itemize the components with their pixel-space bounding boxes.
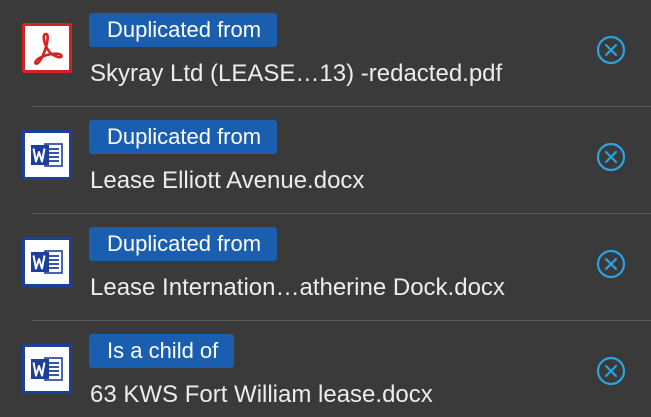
remove-circle-icon[interactable] — [595, 141, 627, 173]
relation-badge: Duplicated from — [89, 13, 278, 47]
file-name[interactable]: Skyray Ltd (LEASE…13) -redacted.pdf — [90, 60, 502, 88]
word-icon — [22, 344, 72, 394]
word-icon — [22, 237, 72, 287]
relation-badge: Duplicated from — [89, 120, 278, 154]
file-name[interactable]: 63 KWS Fort William lease.docx — [90, 381, 433, 409]
remove-circle-icon[interactable] — [595, 248, 627, 280]
list-item[interactable]: Duplicated from Lease Internation…atheri… — [0, 214, 651, 321]
remove-circle-icon[interactable] — [595, 355, 627, 387]
list-item[interactable]: Duplicated from Lease Elliott Avenue.doc… — [0, 107, 651, 214]
remove-circle-icon[interactable] — [595, 34, 627, 66]
file-name[interactable]: Lease Elliott Avenue.docx — [90, 167, 364, 195]
list-item[interactable]: Duplicated from Skyray Ltd (LEASE…13) -r… — [0, 0, 651, 107]
related-documents-list: Duplicated from Skyray Ltd (LEASE…13) -r… — [0, 0, 651, 417]
relation-badge: Is a child of — [89, 334, 235, 368]
relation-badge: Duplicated from — [89, 227, 278, 261]
pdf-icon — [22, 23, 72, 73]
word-icon — [22, 130, 72, 180]
list-item[interactable]: Is a child of 63 KWS Fort William lease.… — [0, 321, 651, 417]
file-name[interactable]: Lease Internation…atherine Dock.docx — [90, 274, 505, 302]
